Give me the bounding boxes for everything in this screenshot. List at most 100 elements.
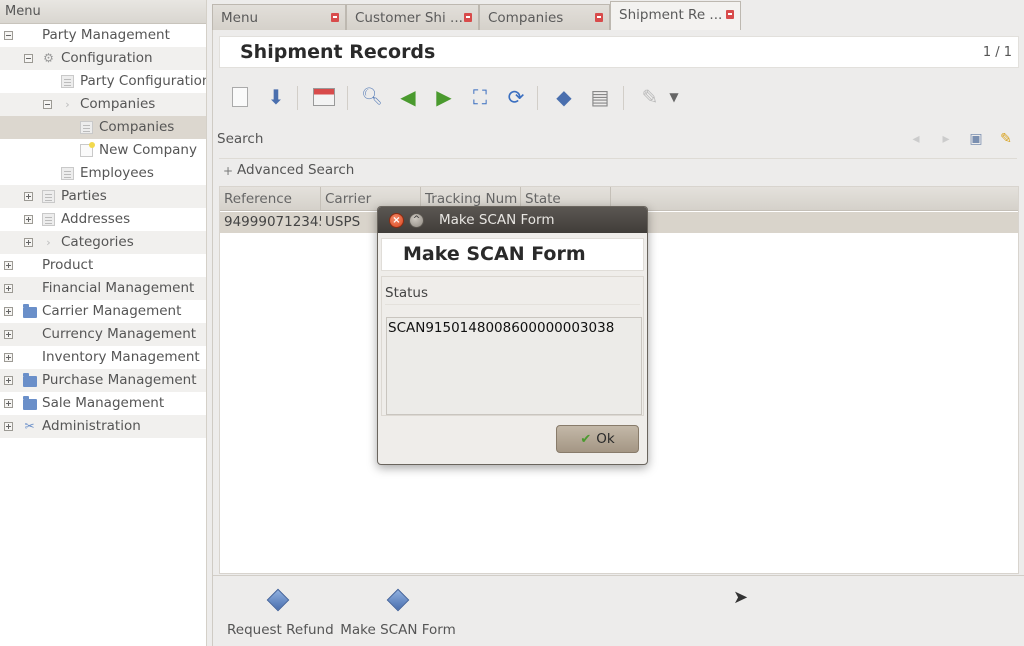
attachment-button[interactable]: ✎ xyxy=(637,82,663,112)
tab-close-icon[interactable] xyxy=(726,10,734,19)
dialog-titlebar: × ^ Make SCAN Form xyxy=(378,207,647,233)
tree-item-product[interactable]: Product xyxy=(0,254,206,277)
broom-icon: ✎ xyxy=(1000,131,1012,147)
expand-icon[interactable] xyxy=(4,330,13,339)
tree-item-label: Currency Management xyxy=(42,326,197,342)
advanced-search-label: Advanced Search xyxy=(237,162,355,178)
next-icon: ▶ xyxy=(436,85,452,109)
toolbar-separator xyxy=(297,86,298,110)
delete-icon xyxy=(313,88,335,106)
tree-item-addresses[interactable]: Addresses xyxy=(0,208,206,231)
tree-item-label: Purchase Management xyxy=(42,372,197,388)
action-icon xyxy=(266,588,290,612)
close-icon[interactable]: × xyxy=(389,213,404,228)
tree-item-inventory-management[interactable]: Inventory Management xyxy=(0,346,206,369)
expand-icon[interactable] xyxy=(4,307,13,316)
search-button[interactable]: 🔍︎ xyxy=(359,82,385,112)
new-record-button[interactable] xyxy=(227,82,253,112)
search-previous-button[interactable]: ◂ xyxy=(907,130,925,148)
expand-icon[interactable] xyxy=(4,284,13,293)
attachment-dropdown[interactable]: ▼ xyxy=(667,82,681,112)
tab-menu[interactable]: Menu xyxy=(212,4,346,30)
tree-item-carrier-management[interactable]: Carrier Management xyxy=(0,300,206,323)
tab-label: Menu xyxy=(221,10,259,26)
tree-item-companies[interactable]: Companies xyxy=(0,116,206,139)
tree-item-label: Companies xyxy=(80,96,156,112)
action-icon: ◆ xyxy=(556,85,572,109)
expand-icon[interactable] xyxy=(4,261,13,270)
page-title: Shipment Records xyxy=(240,41,436,63)
tree-item-parties[interactable]: Parties xyxy=(0,185,206,208)
search-label: Search xyxy=(217,131,264,147)
tab-label: Companies xyxy=(488,10,564,26)
tree-item-currency-management[interactable]: Currency Management xyxy=(0,323,206,346)
form-title-bar: Shipment Records 1 / 1 xyxy=(219,36,1019,68)
cell-reference: 949990712345 xyxy=(224,214,321,230)
tab-close-icon[interactable] xyxy=(331,13,339,22)
expand-icon[interactable]: + xyxy=(223,165,233,177)
tree-item-label: New Company xyxy=(99,142,197,158)
tree-item-label: Party Management xyxy=(42,27,170,43)
expand-icon[interactable] xyxy=(24,215,33,224)
switch-view-button[interactable]: ⛶ xyxy=(467,82,493,112)
status-label: Status xyxy=(385,285,429,301)
save-button[interactable]: ⬇ xyxy=(263,82,289,112)
tree-item-label: Parties xyxy=(61,188,107,204)
column-header-reference[interactable]: Reference xyxy=(220,187,321,211)
previous-button[interactable]: ◀ xyxy=(395,82,421,112)
expand-icon[interactable] xyxy=(24,238,33,247)
tree-item-label: Carrier Management xyxy=(42,303,182,319)
tree-item-categories[interactable]: › Categories xyxy=(0,231,206,254)
folder-icon xyxy=(23,304,37,318)
search-next-button[interactable]: ▸ xyxy=(937,130,955,148)
tab-label: Shipment Re ... xyxy=(619,7,723,23)
tree-item-purchase-management[interactable]: Purchase Management xyxy=(0,369,206,392)
action-button[interactable]: ◆ xyxy=(551,82,577,112)
ok-button[interactable]: ✔ Ok xyxy=(556,425,639,453)
expand-icon[interactable] xyxy=(4,353,13,362)
expand-icon[interactable] xyxy=(24,192,33,201)
tree-item-label: Administration xyxy=(42,418,141,434)
search-find-button[interactable]: ▣ xyxy=(967,130,985,148)
tab-close-icon[interactable] xyxy=(464,13,472,22)
collapse-icon[interactable] xyxy=(4,31,13,40)
menu-header: Menu xyxy=(0,0,206,24)
action-label: Request Refund xyxy=(227,622,334,638)
advanced-search-expander[interactable]: + Advanced Search xyxy=(219,158,1017,182)
tab-shipment-records[interactable]: Shipment Re ... xyxy=(610,1,741,30)
tree-item-new-company[interactable]: New Company xyxy=(0,139,206,162)
tree-item-label: Categories xyxy=(61,234,134,250)
reload-button[interactable]: ⟳ xyxy=(503,82,529,112)
tab-companies[interactable]: Companies xyxy=(479,4,610,30)
expand-icon[interactable] xyxy=(4,399,13,408)
chevron-right-icon: › xyxy=(46,236,51,249)
arrow-right-icon: ▸ xyxy=(942,131,950,147)
next-button[interactable]: ▶ xyxy=(431,82,457,112)
search-clear-button[interactable]: ✎ xyxy=(997,130,1015,148)
make-scan-form-button[interactable]: Make SCAN Form xyxy=(339,586,457,638)
collapse-icon[interactable] xyxy=(24,54,33,63)
status-group: Status SCAN9150148008600000003038 xyxy=(381,276,644,416)
tree-item-configuration[interactable]: ⚙ Configuration xyxy=(0,47,206,70)
tree-item-sale-management[interactable]: Sale Management xyxy=(0,392,206,415)
request-refund-button[interactable]: Request Refund xyxy=(227,586,334,638)
toolbar-separator xyxy=(623,86,624,110)
tab-customer-shipments[interactable]: Customer Shi ... xyxy=(346,4,479,30)
maximize-icon[interactable]: ^ xyxy=(409,213,424,228)
tree-item-companies-folder[interactable]: › Companies xyxy=(0,93,206,116)
expand-icon[interactable] xyxy=(4,376,13,385)
delete-button[interactable] xyxy=(311,82,337,112)
tree-item-employees[interactable]: Employees xyxy=(0,162,206,185)
expand-icon[interactable] xyxy=(4,422,13,431)
tree-item-party-configuration[interactable]: Party Configuration xyxy=(0,70,206,93)
tab-close-icon[interactable] xyxy=(595,13,603,22)
collapse-icon[interactable] xyxy=(43,100,52,109)
tree-item-party-management[interactable]: Party Management xyxy=(0,24,206,47)
tree-item-administration[interactable]: ✂ Administration xyxy=(0,415,206,438)
tree-item-financial-management[interactable]: Financial Management xyxy=(0,277,206,300)
print-button[interactable]: ▤ xyxy=(587,82,613,112)
print-icon: ▤ xyxy=(590,85,610,109)
checkmark-icon: ✔ xyxy=(580,431,592,447)
document-icon xyxy=(42,190,55,203)
arrow-left-icon: ◂ xyxy=(912,131,920,147)
